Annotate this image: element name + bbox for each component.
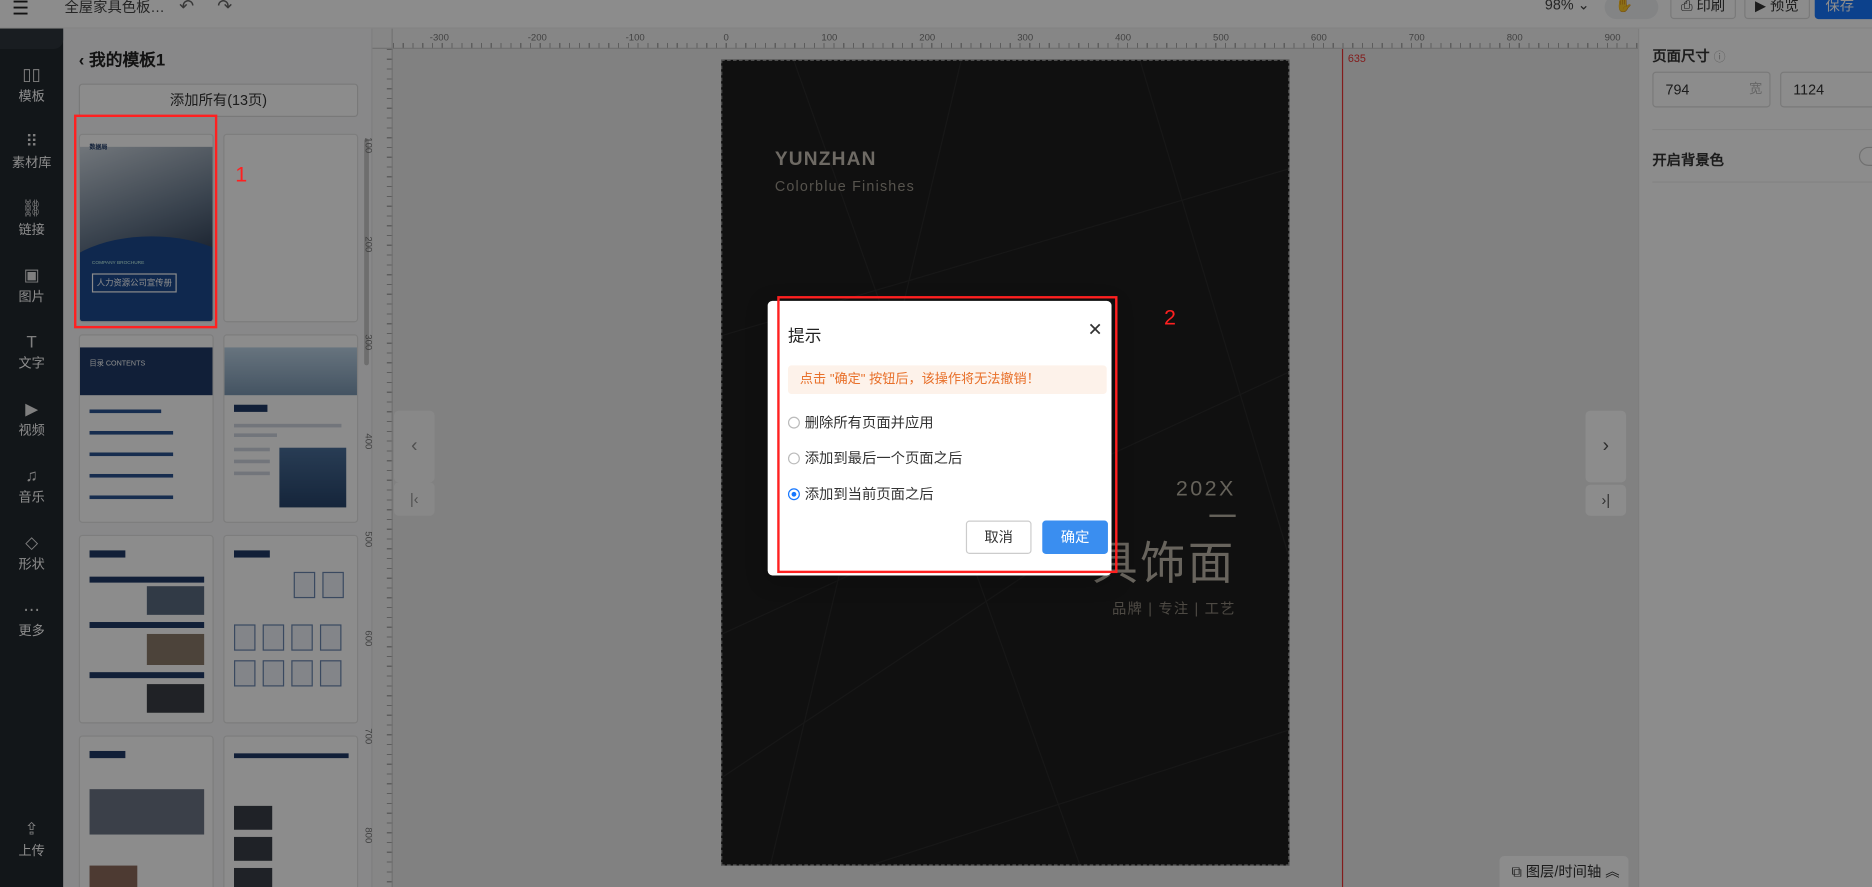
editor-window: ☰ 全屋家具色板… ↶ ↷ 98% ⌄ ✋ ⎙ 印刷 ▶ 预览 保存 ▯▯ 模板 … <box>0 0 1872 887</box>
annotation-label-1: 1 <box>235 162 248 187</box>
annotation-label-2: 2 <box>1164 305 1177 330</box>
annotation-box-1 <box>74 114 218 329</box>
annotation-box-2 <box>777 296 1118 574</box>
